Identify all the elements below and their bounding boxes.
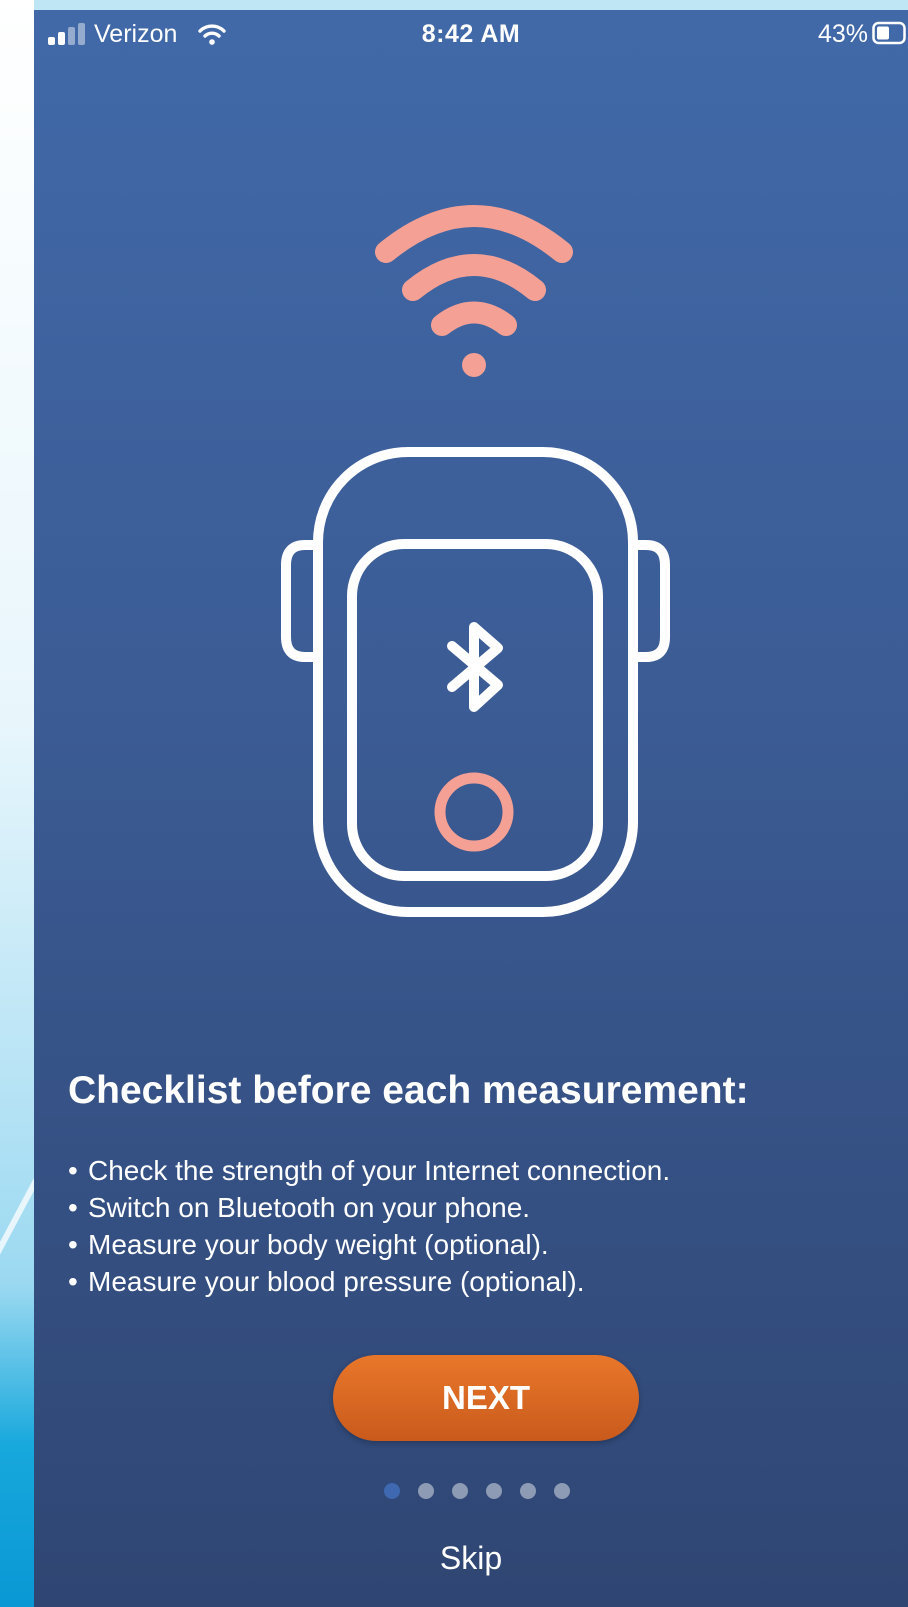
skip-link[interactable]: Skip — [371, 1540, 571, 1584]
page-dot-2[interactable] — [418, 1483, 434, 1499]
battery-icon — [872, 21, 906, 45]
page-dot-1[interactable] — [384, 1483, 400, 1499]
checklist-item-bluetooth: Switch on Bluetooth on your phone. — [68, 1189, 888, 1226]
status-bar: Verizon 8:42 AM 43% — [34, 10, 908, 62]
page-dot-6[interactable] — [554, 1483, 570, 1499]
page-dot-3[interactable] — [452, 1483, 468, 1499]
checklist: Check the strength of your Internet conn… — [68, 1152, 888, 1300]
checklist-item-blood-pressure: Measure your blood pressure (optional). — [68, 1263, 888, 1300]
wallpaper-backdrop — [0, 0, 34, 1607]
power-button-icon — [434, 772, 514, 852]
wifi-signal-icon — [375, 205, 573, 377]
wallpaper-streak — [0, 1033, 34, 1407]
checklist-item-weight: Measure your body weight (optional). — [68, 1226, 888, 1263]
checklist-title: Checklist before each measurement: — [68, 1069, 749, 1112]
bluetooth-icon — [447, 622, 503, 712]
illustration-graphic — [281, 205, 670, 917]
status-time: 8:42 AM — [421, 20, 521, 48]
next-button[interactable]: NEXT — [333, 1355, 639, 1441]
page-dot-5[interactable] — [520, 1483, 536, 1499]
scale-illustration — [34, 190, 908, 950]
page-dot-4[interactable] — [486, 1483, 502, 1499]
battery-percent: 43% — [817, 20, 868, 48]
onboarding-screen: Verizon 8:42 AM 43% Checklist before eac… — [34, 10, 908, 1607]
page-indicator — [34, 1483, 908, 1503]
checklist-item-internet: Check the strength of your Internet conn… — [68, 1152, 888, 1189]
